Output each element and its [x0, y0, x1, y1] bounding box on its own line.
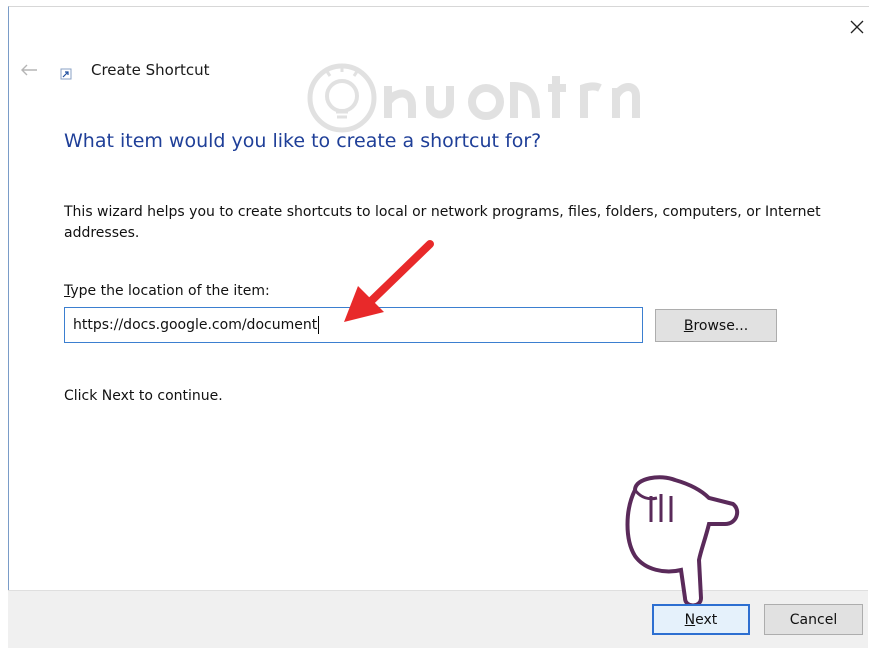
close-button[interactable] — [842, 12, 870, 42]
pointing-hand-annotation — [625, 475, 740, 608]
browse-accesskey: B — [683, 317, 694, 334]
window-title: Create Shortcut — [91, 61, 210, 79]
back-arrow-icon — [21, 64, 37, 76]
continue-hint: Click Next to continue. — [64, 388, 223, 404]
wizard-description: This wizard helps you to create shortcut… — [64, 204, 821, 241]
shortcut-wizard-icon — [60, 68, 72, 80]
close-icon — [850, 20, 864, 34]
browse-button[interactable]: Browse... — [655, 309, 777, 342]
next-accesskey: N — [684, 611, 696, 628]
location-input-value: https://docs.google.com/document — [73, 317, 318, 333]
red-arrow-annotation — [344, 240, 434, 322]
next-button[interactable]: Next — [652, 604, 750, 635]
back-button[interactable] — [14, 55, 44, 85]
location-label-text: ype the location of the item: — [70, 283, 270, 299]
browse-label: rowse... — [693, 317, 749, 334]
page-heading: What item would you like to create a sho… — [64, 130, 542, 152]
location-label: Type the location of the item: — [64, 283, 270, 299]
cancel-button[interactable]: Cancel — [764, 604, 863, 635]
next-label: ext — [695, 611, 718, 628]
text-caret — [318, 316, 320, 334]
